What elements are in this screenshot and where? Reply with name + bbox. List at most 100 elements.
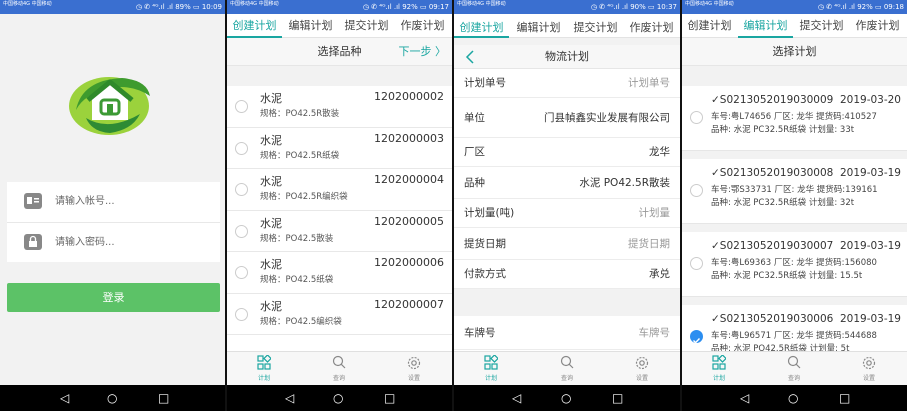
home-nav-icon[interactable]: ○ xyxy=(107,391,117,405)
radio-button[interactable] xyxy=(690,184,703,197)
tab-settings[interactable]: 设置 xyxy=(394,355,434,382)
item-name: 水泥 xyxy=(260,133,282,147)
list-item[interactable]: 水泥 1202000005 规格：PO42.5散装 xyxy=(227,210,452,252)
title-bar: 物流计划 xyxy=(454,45,680,69)
list-item[interactable]: ✓S0213052019030009 2019-03-20 车号:粤L74656 厂… xyxy=(682,86,907,151)
back-nav-icon[interactable]: ◁ xyxy=(512,391,521,405)
field-value[interactable]: 计划量 xyxy=(639,199,671,228)
field-label: 单位 xyxy=(464,112,485,124)
form-row[interactable]: 单位 门县幀鑫实业发展有限公司 xyxy=(454,98,680,138)
username-field[interactable] xyxy=(7,182,220,222)
tab-edit-plan[interactable]: 编辑计划 xyxy=(283,14,338,38)
back-arrow-icon[interactable] xyxy=(464,49,478,65)
form-row[interactable]: 车牌号 车牌号 xyxy=(454,316,680,350)
grid-icon xyxy=(699,354,739,373)
list-item[interactable]: 水泥 1202000003 规格：PO42.5R纸袋 xyxy=(227,127,452,169)
radio-button[interactable] xyxy=(235,266,248,279)
form-row[interactable]: 计划单号 计划单号 xyxy=(454,69,680,98)
form-row[interactable]: 付款方式 承兑 xyxy=(454,260,680,289)
tab-query[interactable]: 查询 xyxy=(774,355,814,382)
tab-submit-plan[interactable]: 提交计划 xyxy=(339,14,394,38)
password-input[interactable] xyxy=(55,231,210,253)
plan-product: 品种: 水泥 PC32.5R纸袋 计划量: 32t xyxy=(711,198,855,208)
list-item[interactable]: ✓S0213052019030008 2019-03-19 车号:鄂S33731 厂… xyxy=(682,159,907,224)
bottom-tab-bar: 计划 查询 设置 xyxy=(682,351,907,385)
field-value[interactable]: 门县幀鑫实业发展有限公司 xyxy=(544,98,670,138)
list-item[interactable]: ✓S0213052019030006 2019-03-19 车号:粤L96571 厂… xyxy=(682,305,907,351)
status-bar: 中国移动4G 中国移动 ◷ ✆ ⁴ᴳ.ıl .ıl 92% ▭ 09:17 xyxy=(227,0,452,14)
radio-button[interactable] xyxy=(690,257,703,270)
tab-edit-plan[interactable]: 编辑计划 xyxy=(738,14,793,38)
form-row[interactable]: 提货日期 提货日期 xyxy=(454,228,680,260)
tab-label: 设置 xyxy=(407,375,420,382)
list-item[interactable]: 水泥 1202000002 规格：PO42.5R散装 xyxy=(227,86,452,128)
login-button[interactable]: 登录 xyxy=(7,283,220,312)
radio-button[interactable] xyxy=(235,141,248,155)
form-row[interactable]: 计划量(吨) 计划量 xyxy=(454,199,680,228)
tab-void-plan[interactable]: 作废计划 xyxy=(850,14,905,38)
tab-label: 计划 xyxy=(712,375,725,382)
field-value[interactable]: 车牌号 xyxy=(639,316,671,350)
tab-label: 设置 xyxy=(635,375,648,382)
field-value[interactable]: 承兑 xyxy=(649,260,670,289)
recent-nav-icon[interactable]: □ xyxy=(612,391,623,405)
tab-void-plan[interactable]: 作废计划 xyxy=(395,14,450,38)
radio-button[interactable] xyxy=(235,224,248,238)
item-name: 水泥 xyxy=(260,258,282,271)
tab-query[interactable]: 查询 xyxy=(547,355,587,382)
form-row[interactable]: 品种 水泥 PO42.5R散装 xyxy=(454,167,680,199)
field-label: 付款方式 xyxy=(464,268,506,280)
list-item[interactable]: ✓S0213052019030007 2019-03-19 车号:粤L69363 厂… xyxy=(682,232,907,297)
top-tabs: 创建计划 编辑计划 提交计划 作废计划 xyxy=(682,14,907,38)
field-value[interactable]: 水泥 PO42.5R散装 xyxy=(579,167,670,199)
list-item[interactable]: 水泥 1202000004 规格：PO42.5R编织袋 xyxy=(227,169,452,211)
recent-nav-icon[interactable]: □ xyxy=(158,391,169,405)
field-value[interactable]: 提货日期 xyxy=(628,228,670,260)
checked-radio-button[interactable] xyxy=(690,330,703,344)
status-right: ◷ ✆ ⁴ᴳ.ıl .ıl 89% ▭ 10:09 xyxy=(135,3,222,11)
username-input[interactable] xyxy=(55,190,210,212)
tab-plan[interactable]: 计划 xyxy=(471,354,511,382)
back-nav-icon[interactable]: ◁ xyxy=(285,391,294,405)
list-item[interactable]: 水泥 1202000007 规格：PO42.5编织袋 xyxy=(227,293,452,335)
radio-button[interactable] xyxy=(235,307,248,321)
recent-nav-icon[interactable]: □ xyxy=(384,391,395,405)
tab-label: 查询 xyxy=(787,375,800,382)
tab-create-plan[interactable]: 创建计划 xyxy=(454,18,509,38)
tab-query[interactable]: 查询 xyxy=(319,355,359,382)
item-code: 1202000006 xyxy=(374,256,444,269)
tab-create-plan[interactable]: 创建计划 xyxy=(227,14,282,38)
radio-button[interactable] xyxy=(235,100,248,113)
tab-edit-plan[interactable]: 编辑计划 xyxy=(511,18,566,38)
home-nav-icon[interactable]: ○ xyxy=(788,391,798,405)
recent-nav-icon[interactable]: □ xyxy=(839,391,850,405)
home-nav-icon[interactable]: ○ xyxy=(561,391,571,405)
radio-button[interactable] xyxy=(690,111,703,124)
field-label: 厂区 xyxy=(464,146,485,158)
tab-settings[interactable]: 设置 xyxy=(849,355,889,382)
form-row[interactable]: 厂区 龙华 xyxy=(454,138,680,167)
tab-submit-plan[interactable]: 提交计划 xyxy=(568,18,623,38)
tab-create-plan[interactable]: 创建计划 xyxy=(682,14,737,38)
tab-plan[interactable]: 计划 xyxy=(244,354,284,382)
field-label: 计划单号 xyxy=(464,77,506,89)
next-step-button[interactable]: 下一步 〉 xyxy=(399,38,447,66)
login-screen: 中国移动4G 中国移动 ◷ ✆ ⁴ᴳ.ıl .ıl 89% ▭ 10:09 登录… xyxy=(0,0,225,411)
field-value[interactable]: 龙华 xyxy=(649,138,670,167)
item-gap xyxy=(682,224,907,232)
tab-submit-plan[interactable]: 提交计划 xyxy=(794,14,849,38)
grid-icon xyxy=(244,354,284,373)
plan-number: ✓S0213052019030009 xyxy=(711,94,834,106)
tab-settings[interactable]: 设置 xyxy=(622,355,662,382)
back-nav-icon[interactable]: ◁ xyxy=(740,391,749,405)
plan-vehicle: 车号:粤L74656 厂区: 龙华 提货码:410527 xyxy=(711,112,877,122)
password-field[interactable] xyxy=(7,222,220,262)
tab-void-plan[interactable]: 作废计划 xyxy=(624,18,679,38)
field-value[interactable]: 计划单号 xyxy=(628,69,670,98)
tab-plan[interactable]: 计划 xyxy=(699,354,739,382)
radio-button[interactable] xyxy=(235,183,248,196)
plan-product: 品种: 水泥 PO42.5R纸袋 计划量: 5t xyxy=(711,344,850,351)
home-nav-icon[interactable]: ○ xyxy=(333,391,343,405)
back-nav-icon[interactable]: ◁ xyxy=(60,391,69,405)
list-item[interactable]: 水泥 1202000006 规格：PO42.5纸袋 xyxy=(227,252,452,294)
